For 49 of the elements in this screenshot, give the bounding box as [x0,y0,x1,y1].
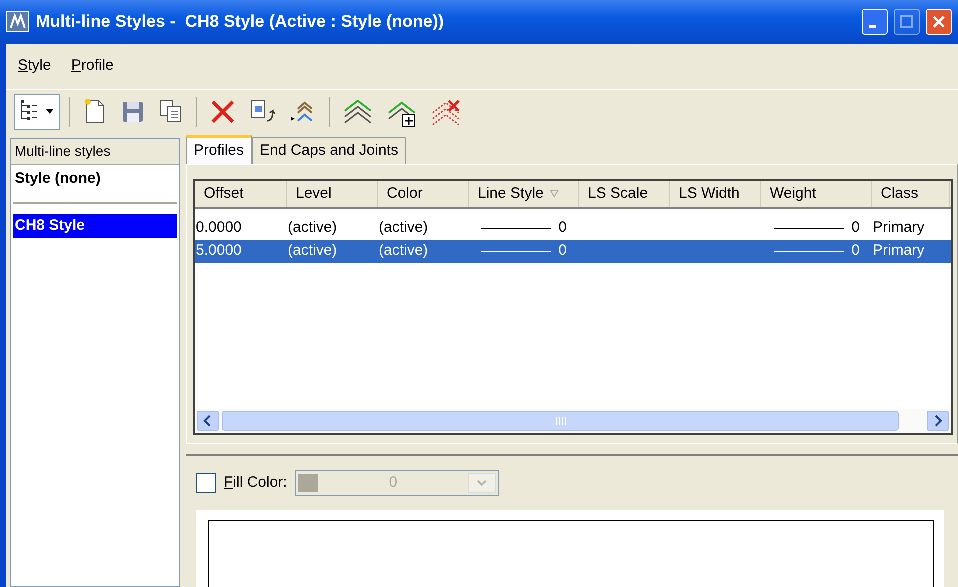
line-sample [774,251,844,252]
tab[interactable]: Profiles [186,134,252,164]
tab[interactable]: End Caps and Joints [252,136,406,164]
list-header: Multi-line styles [11,139,179,165]
style-item[interactable]: Style (none) [13,167,177,192]
table-cell-text: (active) [379,218,428,238]
table-row[interactable]: 5.0000 (active) (active) 0 0 Primary [195,240,951,263]
minimize-icon [869,24,876,28]
table-cell-text: 0 [852,241,860,262]
menu-item[interactable]: Profile [71,55,114,78]
window-title: Multi-line Styles - CH8 Style (Active : Style (none)) [36,11,446,34]
table-cell-text: 0 [558,241,567,262]
column-header[interactable]: Line Style [469,181,579,207]
sort-icon [550,190,559,198]
scroll-thumb[interactable] [222,411,899,431]
minimize-button[interactable] [862,9,888,35]
maximize-icon [900,15,914,29]
close-icon [932,15,946,29]
scroll-left-button[interactable] [197,411,219,431]
close-button[interactable] [926,9,952,35]
column-header[interactable]: LS Width [670,181,761,207]
caret-icon [477,479,488,487]
column-header[interactable]: Class [872,181,950,207]
table-cell-text: 0 [558,218,567,238]
column-header[interactable]: Offset [195,181,287,207]
offset-value: 5.0000 [196,241,242,262]
table-cell-text: Primary [873,241,925,262]
fill-color-label: Fill Color: [224,472,288,493]
column-header[interactable]: Color [378,181,469,207]
chevron-right-icon [933,415,943,427]
menu-item[interactable]: Style [18,55,52,78]
table-cell-text: (active) [379,241,428,262]
chevron-left-icon [203,415,213,427]
table-row[interactable]: 0.0000 (active) (active) 0 0 Primary [195,217,951,240]
table-cell-text: 0 [852,218,860,238]
style-item[interactable]: CH8 Style [13,214,177,238]
column-header[interactable]: Level [287,181,378,207]
line-sample [480,251,551,252]
column-header[interactable]: Weight [761,181,872,207]
scroll-right-button[interactable] [927,411,949,431]
app-icon [6,11,30,33]
line-sample [480,228,551,229]
offset-value: 0.0000 [196,218,242,238]
table-cell-text: Primary [873,218,925,238]
line-sample [774,228,844,229]
maximize-button[interactable] [894,9,920,35]
table-cell-text: (active) [288,241,338,262]
table-cell-text: (active) [288,218,338,238]
column-header[interactable]: LS Scale [579,181,670,207]
